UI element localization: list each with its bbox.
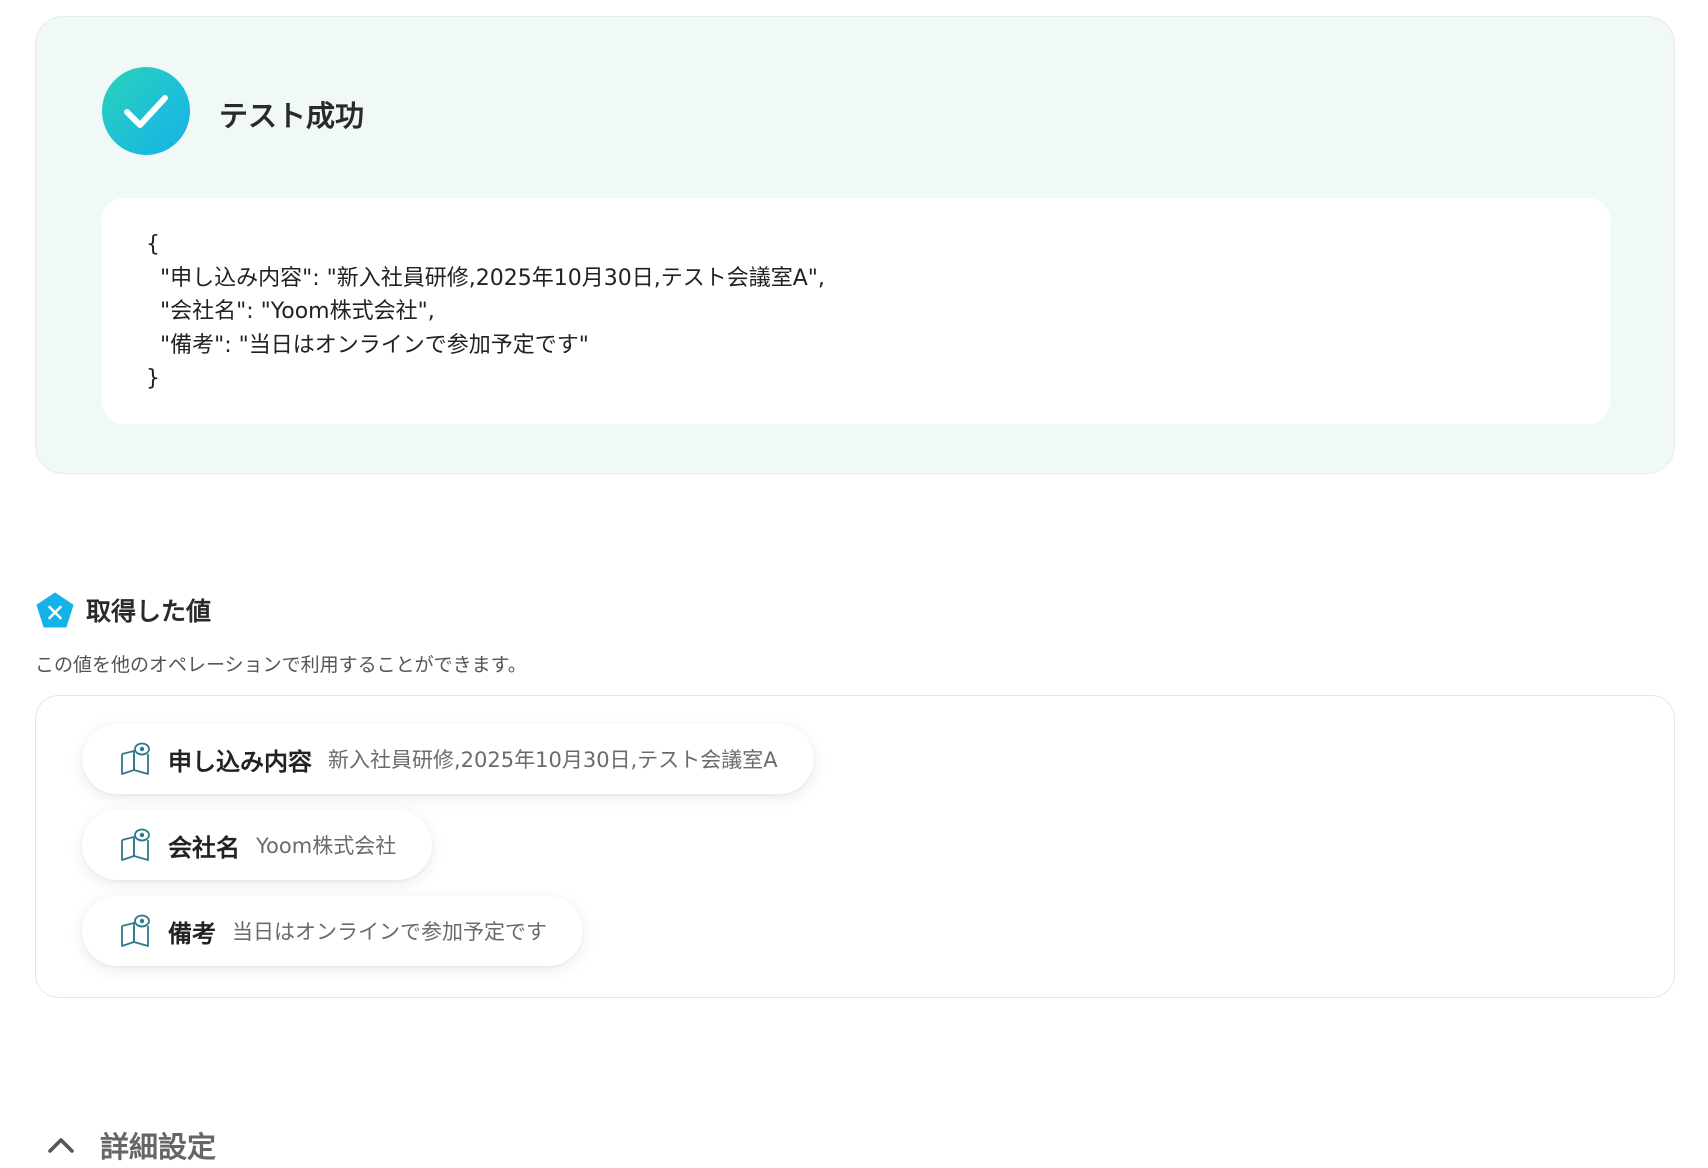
json-line: } xyxy=(146,366,160,391)
value-chip-value: Yoom株式会社 xyxy=(256,834,397,858)
page: テスト成功 { "申し込み内容": "新入社員研修,2025年10月30日,テス… xyxy=(0,0,1708,1168)
value-chip-label: 備考 xyxy=(168,919,216,948)
value-chip-remarks[interactable]: 備考 当日はオンラインで参加予定です xyxy=(82,896,583,966)
advanced-settings-label: 詳細設定 xyxy=(100,1130,217,1164)
value-chip-value: 当日はオンラインで参加予定です xyxy=(232,920,547,944)
json-output-box: { "申し込み内容": "新入社員研修,2025年10月30日,テスト会議室A"… xyxy=(102,198,1610,424)
retrieved-values-card: 申し込み内容 新入社員研修,2025年10月30日,テスト会議室A 会社名 Yo… xyxy=(35,695,1675,998)
chevron-up-icon xyxy=(48,1138,74,1153)
retrieved-values-description: この値を他のオペレーションで利用することができます。 xyxy=(35,654,527,676)
value-chip-label: 申し込み内容 xyxy=(168,747,312,776)
variable-pentagon-icon xyxy=(36,592,74,628)
book-eye-icon xyxy=(121,742,150,775)
value-chip-label: 会社名 xyxy=(168,833,240,862)
advanced-settings-toggle[interactable]: 詳細設定 xyxy=(46,1124,216,1166)
json-line: { xyxy=(146,232,160,257)
success-check-icon xyxy=(102,67,190,155)
value-chip-company-name[interactable]: 会社名 Yoom株式会社 xyxy=(82,810,433,880)
book-eye-icon xyxy=(121,914,150,947)
json-line: "会社名": "Yoom株式会社", xyxy=(146,299,435,324)
retrieved-values-header: 取得した値 xyxy=(36,592,211,628)
json-line: "備考": "当日はオンラインで参加予定です" xyxy=(146,332,589,358)
retrieved-values-title: 取得した値 xyxy=(86,597,212,626)
value-chip-application-content[interactable]: 申し込み内容 新入社員研修,2025年10月30日,テスト会議室A xyxy=(82,724,814,794)
json-line: "申し込み内容": "新入社員研修,2025年10月30日,テスト会議室A", xyxy=(146,265,825,291)
test-success-title: テスト成功 xyxy=(219,99,365,133)
test-success-card: テスト成功 { "申し込み内容": "新入社員研修,2025年10月30日,テス… xyxy=(35,16,1675,474)
value-chip-value: 新入社員研修,2025年10月30日,テスト会議室A xyxy=(328,748,778,772)
book-eye-icon xyxy=(121,828,150,861)
